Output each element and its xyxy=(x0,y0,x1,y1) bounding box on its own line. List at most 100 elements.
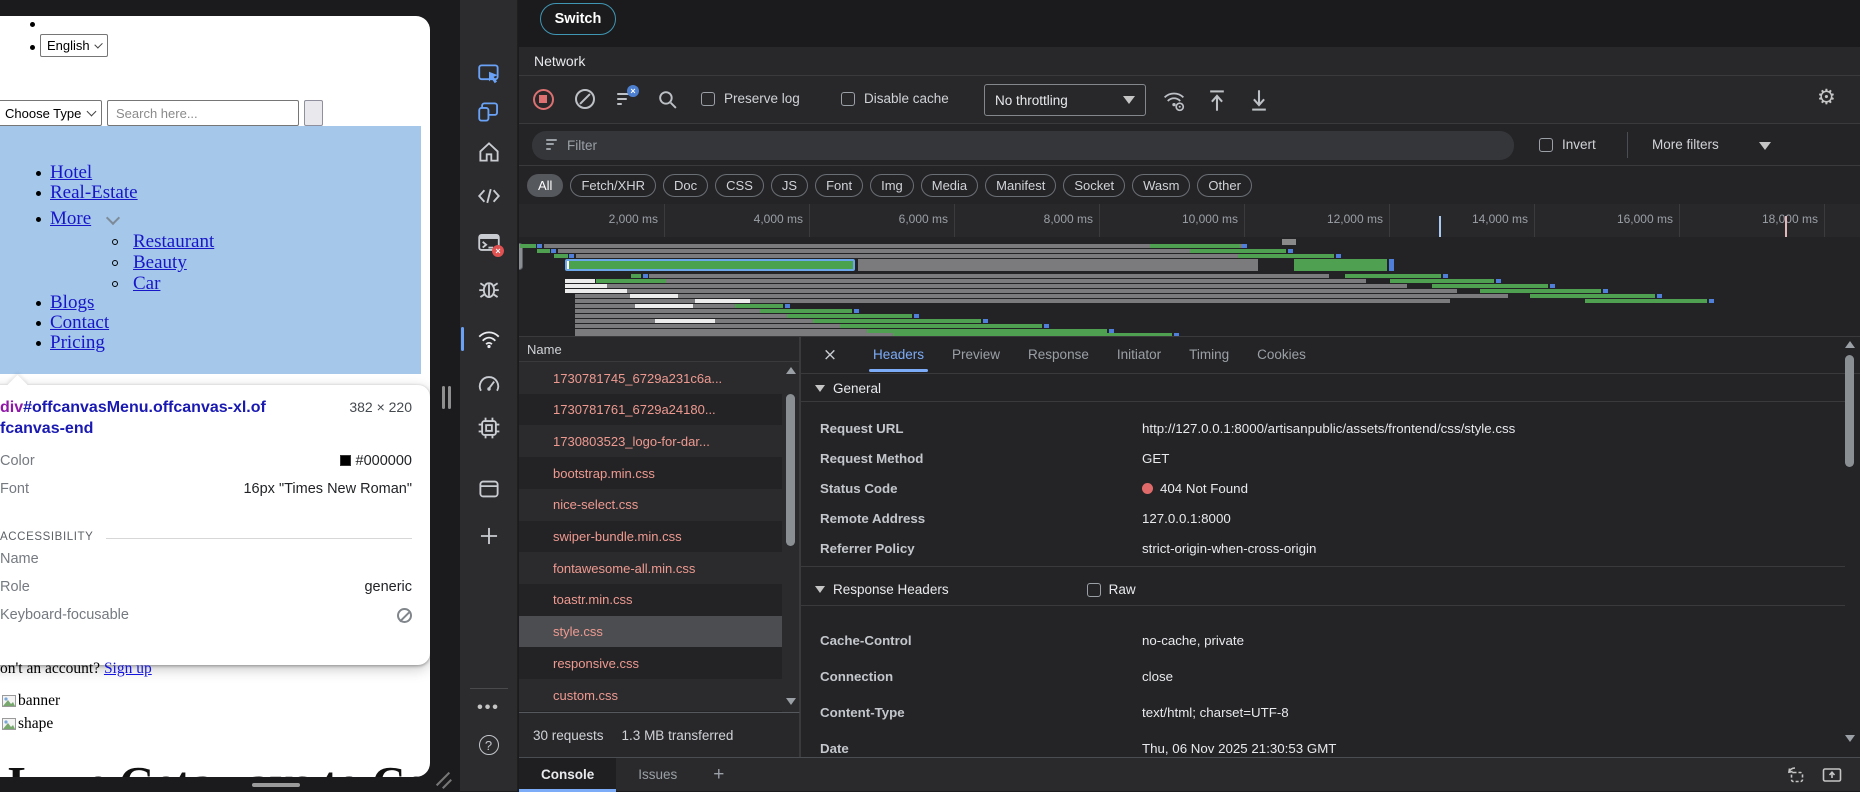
menu-link[interactable]: Real-Estate xyxy=(50,182,138,204)
network-wifi-icon[interactable] xyxy=(477,328,500,351)
details-tab-initiator[interactable]: Initiator xyxy=(1117,338,1161,373)
menu-link[interactable]: Restaurant xyxy=(133,231,214,253)
type-chip-manifest[interactable]: Manifest xyxy=(985,174,1056,197)
drawer-tab-issues[interactable]: Issues xyxy=(616,758,699,792)
corner-resize-grip[interactable] xyxy=(442,779,452,789)
pane-resize-handle[interactable] xyxy=(448,386,451,409)
add-tool-icon[interactable] xyxy=(477,525,500,548)
waterfall-bar xyxy=(983,319,988,323)
inspect-element-icon[interactable] xyxy=(477,63,500,86)
section-collapse-icon[interactable] xyxy=(815,385,825,392)
details-tab-timing[interactable]: Timing xyxy=(1189,338,1229,373)
details-tab-response[interactable]: Response xyxy=(1028,338,1089,373)
elements-code-icon[interactable] xyxy=(477,185,500,208)
home-icon[interactable] xyxy=(477,141,500,164)
network-settings-gear-icon[interactable]: ⚙ xyxy=(1817,85,1836,109)
storage-icon[interactable] xyxy=(477,478,500,501)
type-chip-socket[interactable]: Socket xyxy=(1063,174,1125,197)
requests-table-header[interactable]: Name xyxy=(519,337,800,362)
menu-link[interactable]: More xyxy=(50,208,91,230)
export-har-icon[interactable] xyxy=(1247,88,1271,113)
waterfall-bar xyxy=(575,304,635,308)
debugger-bug-icon[interactable] xyxy=(477,278,500,301)
type-chip-js[interactable]: JS xyxy=(771,174,808,197)
scroll-up-icon[interactable] xyxy=(786,367,796,374)
selected-request-bar[interactable] xyxy=(565,259,855,271)
menu-link[interactable]: Blogs xyxy=(50,292,94,314)
details-tab-preview[interactable]: Preview xyxy=(952,338,1000,373)
dock-panel-icon[interactable] xyxy=(1820,763,1844,787)
help-icon[interactable]: ? xyxy=(479,735,499,755)
type-chip-img[interactable]: Img xyxy=(870,174,914,197)
rotate-device-icon[interactable] xyxy=(1782,763,1806,787)
scroll-up-icon[interactable] xyxy=(1845,341,1855,348)
requests-scrollbar[interactable] xyxy=(782,362,800,712)
type-chip-doc[interactable]: Doc xyxy=(663,174,708,197)
raw-headers-checkbox[interactable] xyxy=(1087,583,1101,597)
language-select[interactable]: English xyxy=(40,34,108,57)
memory-chip-icon[interactable] xyxy=(477,417,500,440)
waterfall-bar xyxy=(785,304,790,308)
drawer-tab-console[interactable]: Console xyxy=(519,758,616,792)
request-row[interactable]: nice-select.css xyxy=(519,489,782,521)
device-emulation-icon[interactable] xyxy=(477,101,500,124)
signup-link[interactable]: Sign up xyxy=(104,660,152,677)
request-row[interactable]: 1730803523_logo-for-dar... xyxy=(519,425,782,457)
scrollbar-thumb[interactable] xyxy=(1845,355,1854,467)
performance-gauge-icon[interactable] xyxy=(477,374,500,397)
type-chip-other[interactable]: Other xyxy=(1197,174,1252,197)
preserve-log-checkbox[interactable] xyxy=(701,92,715,106)
details-tab-headers[interactable]: Headers xyxy=(873,338,924,373)
menu-link[interactable]: Hotel xyxy=(50,162,92,184)
request-count: 30 requests xyxy=(533,728,604,743)
details-scrollbar[interactable] xyxy=(1843,339,1857,755)
request-row[interactable]: responsive.css xyxy=(519,647,782,679)
pane-resize-handle[interactable] xyxy=(442,386,445,409)
filter-input[interactable]: Filter xyxy=(532,131,1514,160)
scroll-down-icon[interactable] xyxy=(1845,735,1855,742)
type-chip-wasm[interactable]: Wasm xyxy=(1132,174,1190,197)
menu-link[interactable]: Beauty xyxy=(133,252,187,274)
type-chip-fetch-xhr[interactable]: Fetch/XHR xyxy=(570,174,656,197)
network-conditions-icon[interactable] xyxy=(1161,88,1187,113)
section-collapse-icon[interactable] xyxy=(815,586,825,593)
import-har-icon[interactable] xyxy=(1205,88,1229,113)
scrollbar-thumb[interactable] xyxy=(786,394,795,546)
type-chip-css[interactable]: CSS xyxy=(715,174,764,197)
network-overview-waterfall[interactable] xyxy=(519,237,1860,337)
request-row[interactable]: swiper-bundle.min.css xyxy=(519,521,782,553)
close-details-icon[interactable]: × xyxy=(801,345,859,365)
request-row[interactable]: fontawesome-all.min.css xyxy=(519,552,782,584)
request-row[interactable]: style.css xyxy=(519,616,782,648)
add-drawer-tab-icon[interactable]: + xyxy=(713,764,724,786)
invert-checkbox[interactable] xyxy=(1539,138,1553,152)
request-row[interactable]: custom.css xyxy=(519,679,782,711)
network-title-bar: Network × xyxy=(519,47,1860,76)
choose-type-select[interactable]: Choose Type xyxy=(0,100,102,126)
menu-link[interactable]: Pricing xyxy=(50,332,105,354)
details-tab-cookies[interactable]: Cookies xyxy=(1257,338,1306,373)
disable-cache-checkbox[interactable] xyxy=(841,92,855,106)
request-row[interactable]: toastr.min.css xyxy=(519,584,782,616)
more-filters-button[interactable]: More filters xyxy=(1652,137,1719,152)
throttling-select[interactable]: No throttling xyxy=(984,84,1146,116)
waterfall-bar xyxy=(565,289,627,293)
type-chip-media[interactable]: Media xyxy=(921,174,978,197)
scroll-down-icon[interactable] xyxy=(786,698,796,705)
search-input[interactable]: Search here... xyxy=(107,100,299,126)
type-chip-font[interactable]: Font xyxy=(815,174,863,197)
bottom-resize-handle[interactable] xyxy=(252,783,300,787)
header-value: 127.0.0.1:8000 xyxy=(1142,511,1231,526)
request-row[interactable]: bootstrap.min.css xyxy=(519,457,782,489)
record-network-log-button[interactable] xyxy=(533,89,554,110)
menu-link[interactable]: Contact xyxy=(50,312,109,334)
search-icon[interactable] xyxy=(657,89,678,110)
search-button[interactable] xyxy=(304,100,323,126)
more-tools-icon[interactable]: ••• xyxy=(477,699,500,717)
request-row[interactable]: 1730781761_6729a24180... xyxy=(519,394,782,426)
request-row[interactable]: 1730781745_6729a231c6a... xyxy=(519,362,782,394)
tooltip-row-label: Color xyxy=(0,453,35,469)
clear-network-log-button[interactable] xyxy=(575,89,595,109)
type-chip-all[interactable]: All xyxy=(527,174,563,197)
switch-button[interactable]: Switch xyxy=(540,3,616,35)
